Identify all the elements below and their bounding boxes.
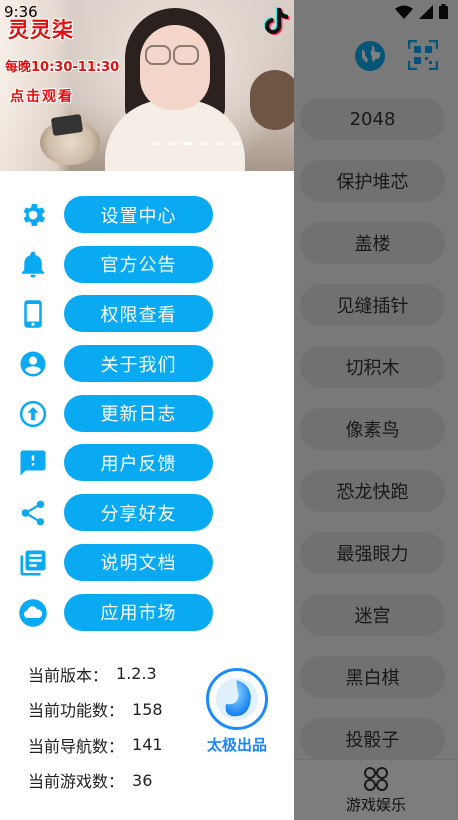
info-label: 当前功能数： — [28, 701, 125, 721]
banner-carousel[interactable]: 9:36 灵灵柒 每晚10:30-11:30 点击观看 — [0, 0, 294, 171]
info-row: 当前功能数： 158 — [28, 692, 163, 728]
menu-button[interactable]: 设置中心 — [64, 196, 213, 233]
banner-cta: 点击观看 — [10, 89, 74, 105]
carousel-dot[interactable] — [230, 142, 240, 145]
carousel-dot[interactable] — [198, 142, 208, 145]
carousel-dot[interactable] — [182, 142, 192, 145]
share-icon — [16, 496, 50, 530]
brand-badge: 太极出品 — [204, 668, 270, 755]
menu-item: 关于我们 — [0, 345, 294, 383]
menu-button[interactable]: 权限查看 — [64, 295, 213, 333]
info-value: 141 — [132, 735, 163, 755]
document-icon — [16, 546, 50, 580]
menu-button[interactable]: 用户反馈 — [64, 444, 213, 482]
user-icon — [16, 347, 50, 381]
info-label: 当前导航数： — [28, 736, 125, 756]
menu-item: 说明文档 — [0, 543, 294, 581]
brand-label: 太极出品 — [206, 736, 267, 754]
banner-schedule: 每晚10:30-11:30 — [5, 60, 120, 75]
menu-item: 权限查看 — [0, 295, 294, 333]
feedback-icon — [16, 446, 50, 480]
menu-item: 更新日志 — [0, 394, 294, 432]
info-row: 当前游戏数： 36 — [28, 763, 163, 799]
info-row: 当前版本： 1.2.3 — [28, 656, 163, 692]
menu-button[interactable]: 说明文档 — [64, 543, 213, 581]
menu-button[interactable]: 官方公告 — [64, 245, 213, 283]
menu-item: 设置中心 — [0, 196, 294, 233]
taiji-logo — [206, 668, 268, 730]
menu-button[interactable]: 应用市场 — [64, 593, 213, 631]
info-value: 36 — [132, 770, 153, 790]
info-row: 当前导航数： 141 — [28, 727, 163, 763]
carousel-indicator — [150, 142, 240, 145]
cloud-icon — [16, 596, 50, 630]
streamer-face — [140, 25, 210, 110]
menu-button[interactable]: 分享好友 — [64, 494, 213, 532]
navigation-drawer: 9:36 灵灵柒 每晚10:30-11:30 点击观看 设置中心官方公告权限查看… — [0, 0, 294, 820]
phone-icon — [16, 297, 50, 331]
teddy-bear-image — [250, 70, 294, 130]
bell-icon — [16, 248, 50, 282]
upload-icon — [16, 397, 50, 431]
app-info: 当前版本： 1.2.3 当前功能数： 158 当前导航数： 141 当前游戏数： 36 — [28, 656, 163, 798]
menu-button[interactable]: 更新日志 — [64, 394, 213, 432]
info-value: 158 — [132, 699, 163, 719]
info-value: 1.2.3 — [116, 664, 157, 684]
drawer-menu: 设置中心官方公告权限查看关于我们更新日志用户反馈分享好友说明文档应用市场 — [0, 196, 294, 643]
carousel-dot[interactable] — [150, 142, 160, 145]
menu-item: 分享好友 — [0, 494, 294, 532]
menu-item: 应用市场 — [0, 593, 294, 631]
menu-item: 官方公告 — [0, 245, 294, 283]
tiktok-icon — [264, 7, 290, 35]
info-label: 当前版本： — [28, 665, 109, 685]
banner-title: 灵灵柒 — [8, 18, 74, 42]
carousel-dot[interactable] — [166, 142, 176, 145]
menu-button[interactable]: 关于我们 — [64, 345, 213, 383]
menu-item: 用户反馈 — [0, 444, 294, 482]
info-label: 当前游戏数： — [28, 772, 125, 792]
gear-icon — [16, 198, 50, 232]
carousel-dot[interactable] — [214, 142, 224, 145]
